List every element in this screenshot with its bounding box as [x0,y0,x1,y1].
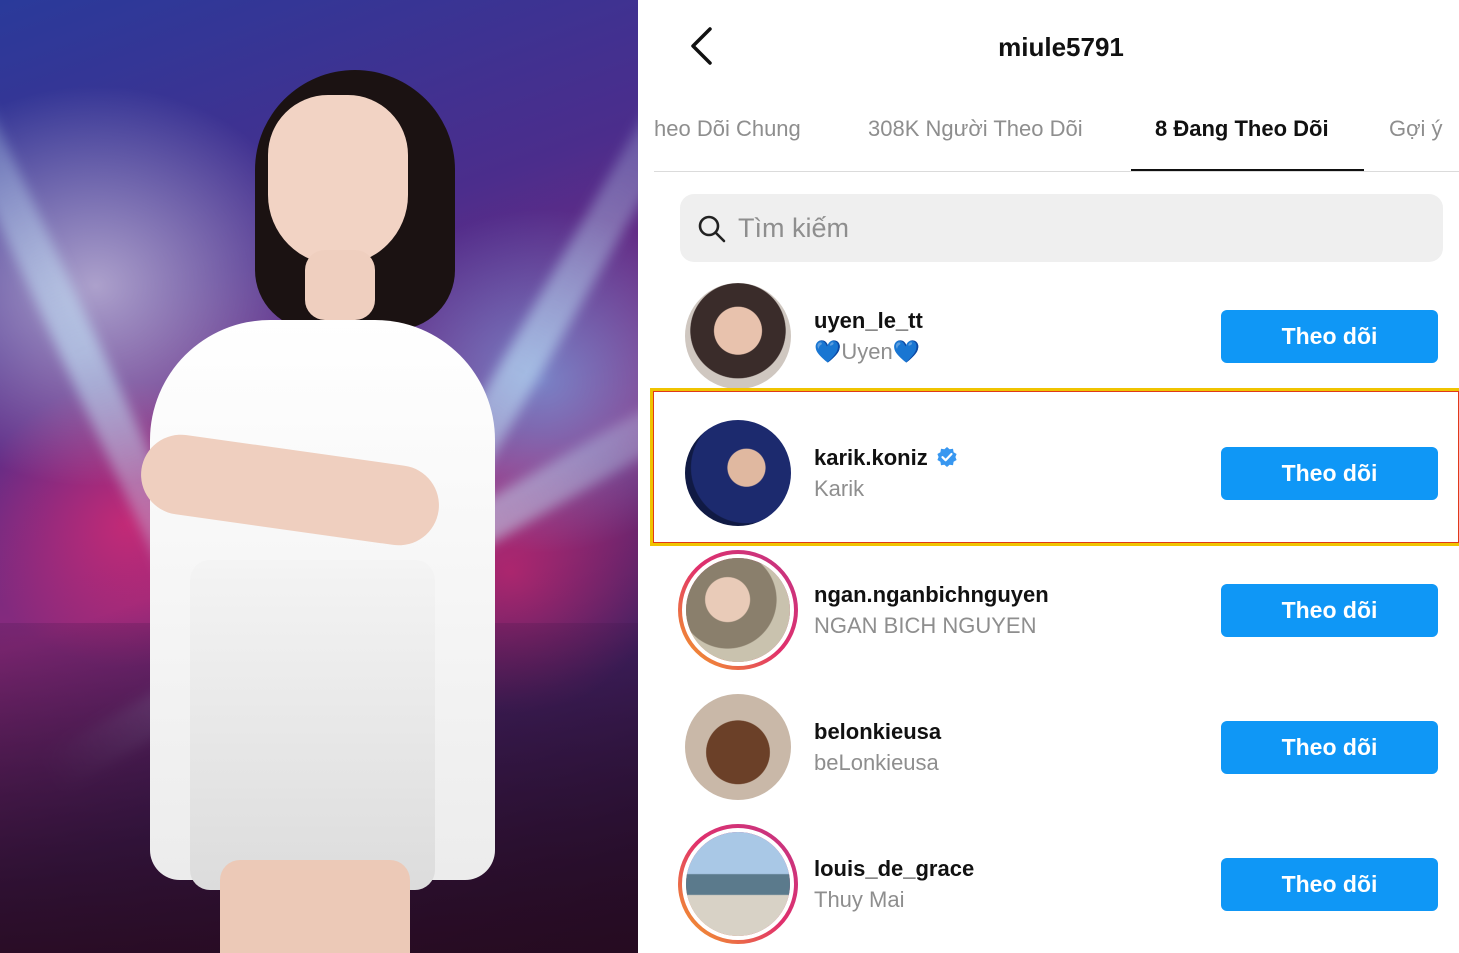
tab-mutual[interactable]: heo Dõi Chung [654,116,801,142]
tab-followers[interactable]: 308K Người Theo Dõi [868,116,1083,142]
avatar[interactable] [685,283,791,389]
follow-button[interactable]: Theo dõi [1221,310,1438,363]
follow-button[interactable]: Theo dõi [1221,721,1438,774]
search-icon [698,215,726,243]
blue-heart-icon: 💙 [814,339,842,364]
full-name: Thuy Mai [814,887,905,912]
active-tab-indicator [1131,169,1364,171]
tab-bar: heo Dõi Chung 308K Người Theo Dõi 8 Đang… [654,100,1459,172]
follow-button[interactable]: Theo dõi [1221,584,1438,637]
full-name: Karik [814,476,865,501]
full-name: beLonkieusa [814,750,939,775]
search-input[interactable] [738,204,1418,252]
avatar[interactable] [685,420,791,526]
avatar[interactable] [685,694,791,800]
avatar-with-story-ring[interactable] [678,550,798,670]
list-item[interactable]: louis_de_grace Thuy Mai Theo dõi [638,824,1459,953]
username[interactable]: ngan.nganbichnguyen [814,582,1049,608]
username[interactable]: karik.koniz [814,445,928,470]
person-legs [220,860,410,953]
full-name: NGAN BICH NGUYEN [814,613,1037,638]
following-screen: miule5791 heo Dõi Chung 308K Người Theo … [638,0,1459,953]
username-line[interactable]: karik.koniz [814,445,958,471]
username[interactable]: louis_de_grace [814,856,974,882]
list-item[interactable]: karik.koniz Karik Theo dõi [638,420,1459,557]
full-name: Uyen [841,339,893,364]
avatar-with-story-ring[interactable] [678,824,798,944]
full-name-line: 💙Uyen💙 [814,339,920,365]
list-item[interactable]: belonkieusa beLonkieusa Theo dõi [638,694,1459,831]
page-title: miule5791 [998,32,1124,62]
username[interactable]: uyen_le_tt [814,308,923,334]
tab-following[interactable]: 8 Đang Theo Dõi [1155,116,1329,142]
verified-badge-icon [937,447,957,467]
blue-heart-icon: 💙 [892,339,921,364]
list-item[interactable]: ngan.nganbichnguyen NGAN BICH NGUYEN The… [638,550,1459,687]
username[interactable]: belonkieusa [814,719,941,745]
follow-button[interactable]: Theo dõi [1221,447,1438,500]
search-bar[interactable] [680,194,1443,262]
list-item[interactable]: uyen_le_tt 💙Uyen💙 Theo dõi [638,283,1459,420]
tab-suggested[interactable]: Gợi ý [1389,116,1443,142]
profile-photo [0,0,638,953]
person-skirt [190,560,435,890]
person-neck [305,250,375,320]
person-face [268,95,408,265]
follow-button[interactable]: Theo dõi [1221,858,1438,911]
